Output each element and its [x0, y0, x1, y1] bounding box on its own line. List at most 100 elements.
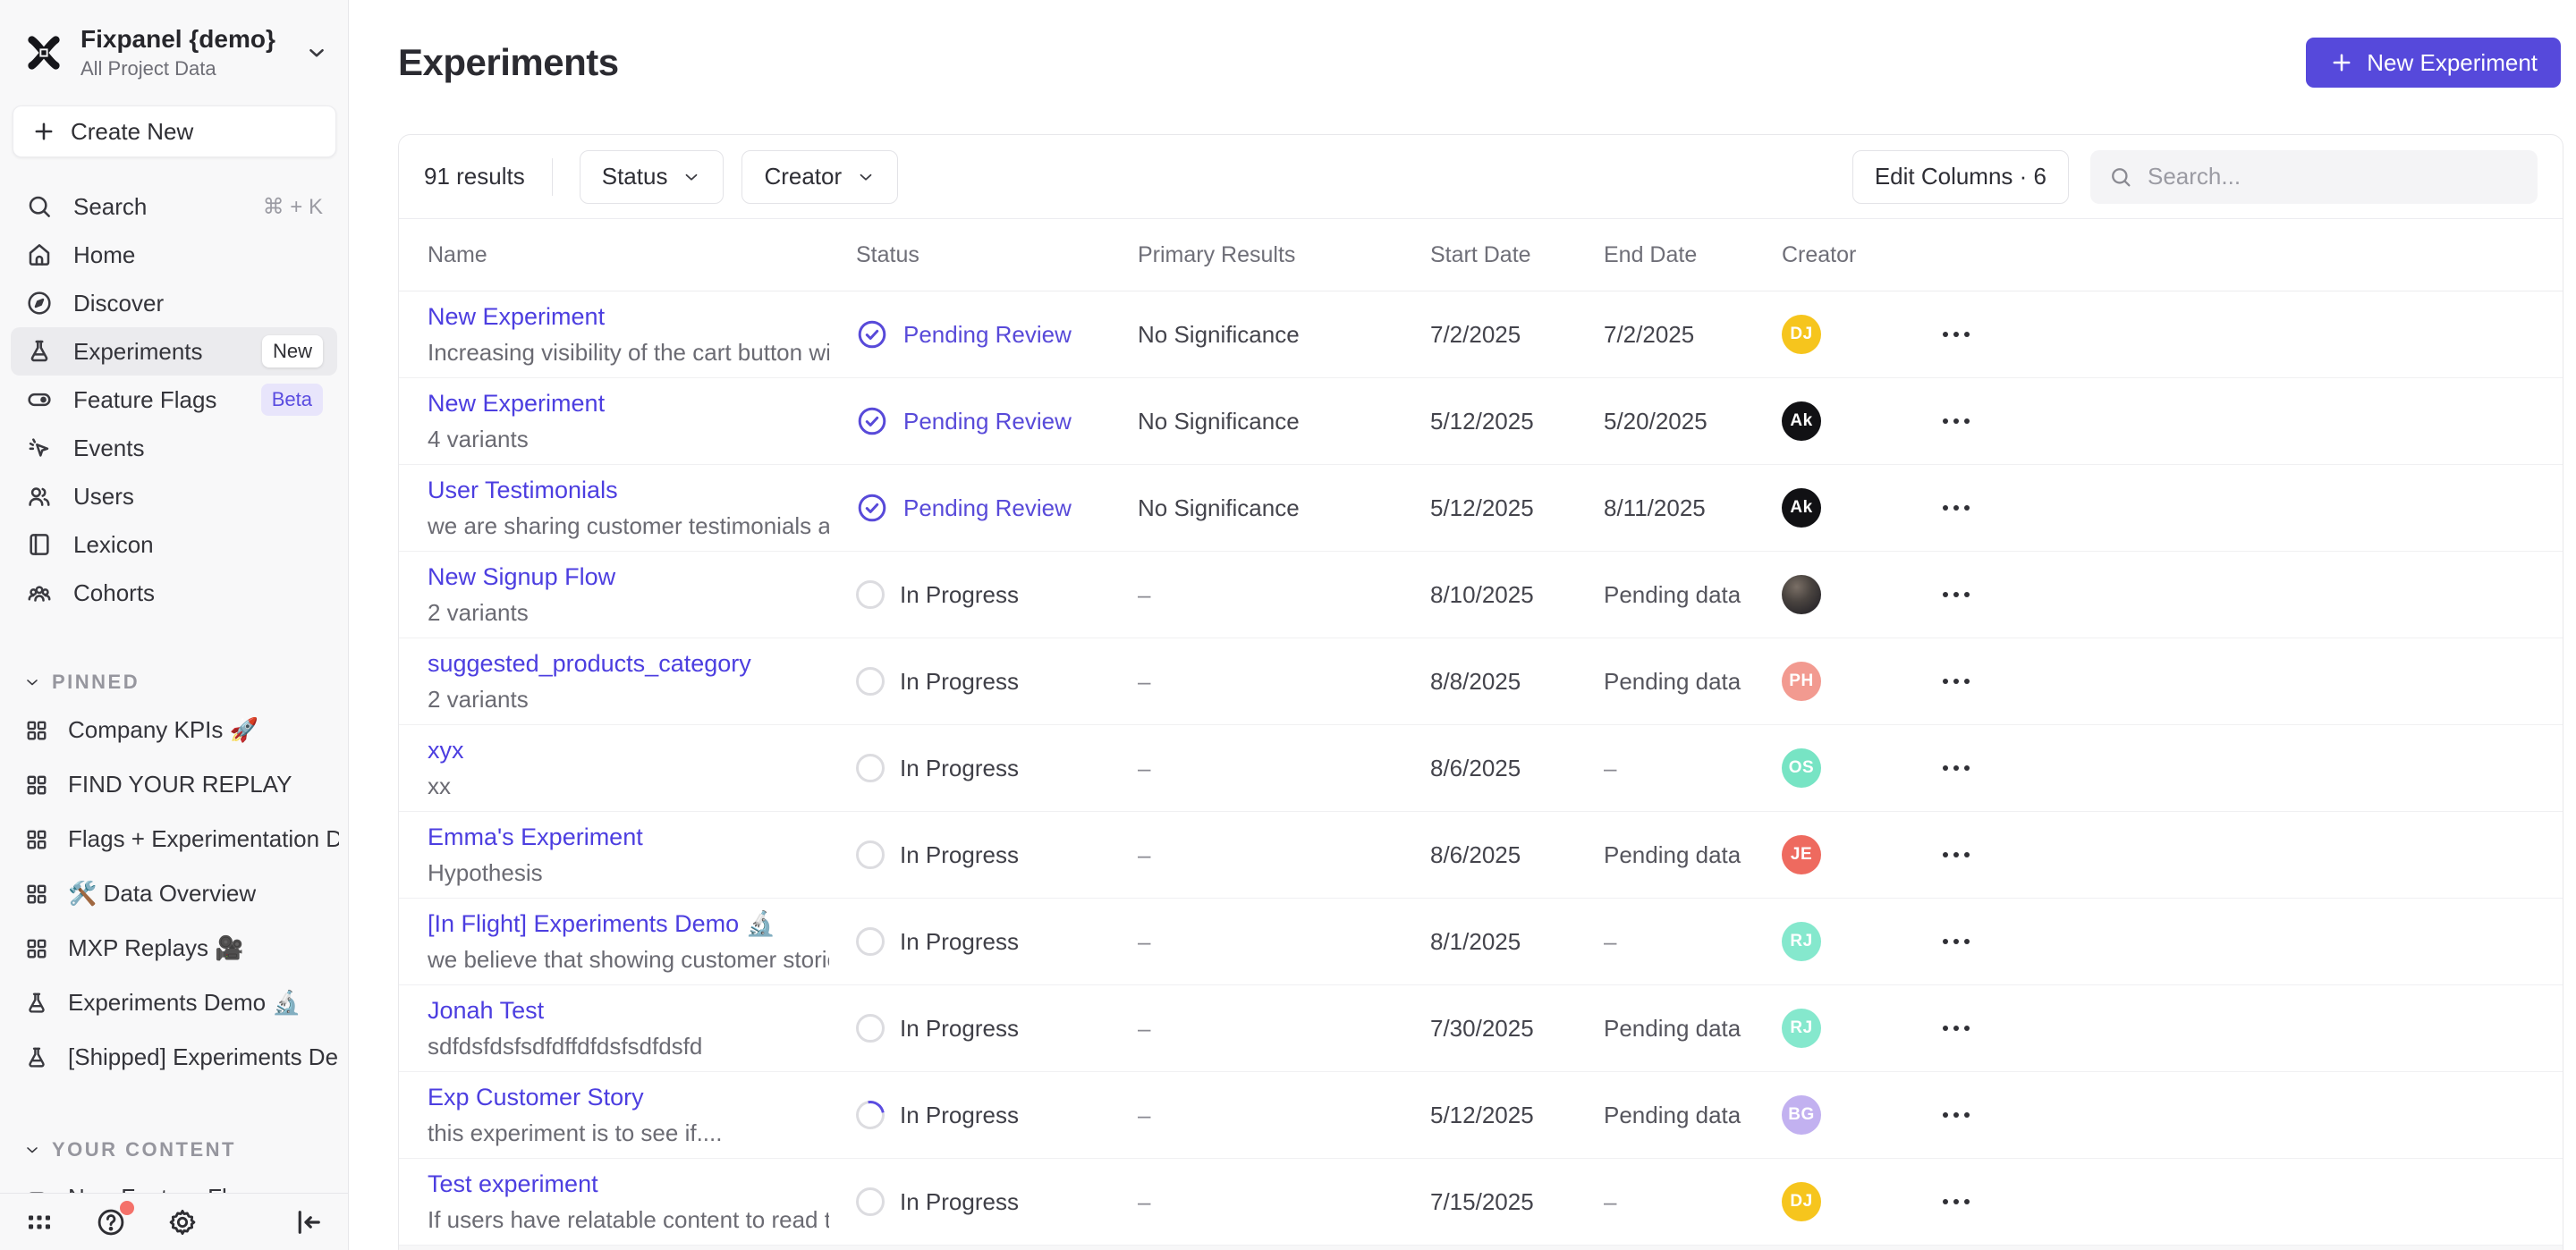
creator-avatar[interactable]: RJ: [1782, 1009, 1821, 1048]
table-row: Emma's Experiment Hypothesis In Progress…: [399, 812, 2563, 899]
sidebar-item-users[interactable]: Users: [11, 472, 337, 520]
start-date-cell: 8/6/2025: [1430, 755, 1604, 782]
row-actions-menu[interactable]: [1928, 939, 2563, 944]
name-cell: xyx xx: [428, 737, 856, 800]
name-cell: New Experiment Increasing visibility of …: [428, 303, 856, 367]
project-switcher[interactable]: Fixpanel {demo} All Project Data: [0, 18, 348, 88]
creator-avatar[interactable]: PH: [1782, 662, 1821, 701]
row-actions-menu[interactable]: [1928, 1199, 2563, 1204]
sidebar-item-search[interactable]: Search⌘ + K: [11, 182, 337, 231]
filter-status-dropdown[interactable]: Status: [580, 150, 724, 204]
row-actions-menu[interactable]: [1928, 505, 2563, 511]
table-row: xyx xx In Progress – 8/6/2025 – OS: [399, 725, 2563, 812]
filter-creator-dropdown[interactable]: Creator: [741, 150, 898, 204]
sidebar-item-discover[interactable]: Discover: [11, 279, 337, 327]
row-actions-menu[interactable]: [1928, 332, 2563, 337]
experiment-name-link[interactable]: New Experiment: [428, 303, 829, 331]
pinned-item[interactable]: Company KPIs 🚀: [0, 703, 348, 757]
creator-avatar[interactable]: DJ: [1782, 1182, 1821, 1221]
creator-cell: BG: [1782, 1095, 1928, 1135]
pinned-item[interactable]: Flags + Experimentation Demo 🔁: [0, 812, 348, 866]
creator-avatar[interactable]: DJ: [1782, 315, 1821, 354]
edit-columns-button[interactable]: Edit Columns · 6: [1852, 150, 2069, 204]
row-actions-menu[interactable]: [1928, 1026, 2563, 1031]
primary-results-cell: No Significance: [1138, 494, 1430, 522]
pinned-item-label: MXP Replays 🎥: [68, 934, 244, 962]
experiment-name-link[interactable]: suggested_products_category: [428, 650, 829, 678]
collapse-sidebar-icon[interactable]: [292, 1206, 325, 1238]
sidebar-item-label: Home: [73, 241, 135, 269]
creator-avatar[interactable]: OS: [1782, 748, 1821, 788]
sidebar-item-label: Search: [73, 193, 147, 221]
row-actions-menu[interactable]: [1928, 679, 2563, 684]
section-header-your-content[interactable]: YOUR CONTENT: [23, 1138, 348, 1161]
experiment-name-link[interactable]: Test experiment: [428, 1170, 829, 1198]
experiment-name-link[interactable]: User Testimonials: [428, 477, 829, 504]
pinned-item[interactable]: FIND YOUR REPLAY: [0, 757, 348, 812]
flask-icon: [23, 990, 50, 1017]
book-icon: [25, 530, 54, 559]
new-experiment-button[interactable]: New Experiment: [2306, 38, 2561, 88]
experiment-description: this experiment is to see if....: [428, 1119, 829, 1147]
home-icon: [25, 241, 54, 269]
creator-avatar[interactable]: Ak: [1782, 401, 1821, 441]
experiment-name-link[interactable]: Exp Customer Story: [428, 1084, 829, 1111]
sidebar-item-home[interactable]: Home: [11, 231, 337, 279]
experiment-name-link[interactable]: xyx: [428, 737, 829, 764]
primary-results-cell: –: [1138, 928, 1430, 956]
experiment-name-link[interactable]: Jonah Test: [428, 997, 829, 1025]
settings-gear-icon[interactable]: [166, 1206, 199, 1238]
creator-cell: Ak: [1782, 488, 1928, 528]
sidebar-item-experiments[interactable]: ExperimentsNew: [11, 327, 337, 376]
row-actions-menu[interactable]: [1928, 418, 2563, 424]
in-progress-circle-icon: [856, 1187, 885, 1216]
experiment-name-link[interactable]: New Signup Flow: [428, 563, 829, 591]
pending-review-check-icon: [856, 318, 888, 351]
plus-icon: [31, 119, 56, 144]
row-actions-menu[interactable]: [1928, 1112, 2563, 1118]
row-actions-menu[interactable]: [1928, 592, 2563, 597]
experiment-name-link[interactable]: Emma's Experiment: [428, 823, 829, 851]
status-cell: In Progress: [856, 1014, 1138, 1043]
experiment-name-link[interactable]: [In Flight] Experiments Demo 🔬: [428, 909, 829, 938]
section-title-label: PINNED: [52, 671, 140, 694]
sidebar-item-lexicon[interactable]: Lexicon: [11, 520, 337, 569]
sidebar-item-cohorts[interactable]: Cohorts: [11, 569, 337, 617]
status-label: In Progress: [900, 928, 1019, 956]
search-input[interactable]: [2148, 163, 2520, 190]
creator-avatar[interactable]: [1782, 575, 1821, 614]
create-new-button[interactable]: Create New: [13, 106, 336, 157]
column-header-end-date: End Date: [1604, 242, 1782, 268]
section-header-pinned[interactable]: PINNED: [23, 671, 348, 694]
flask-icon: [23, 1044, 50, 1071]
pinned-item[interactable]: MXP Replays 🎥: [0, 921, 348, 976]
toolbar-divider: [552, 158, 553, 196]
pinned-item-label: [Shipped] Experiments Demo 🖊️: [68, 1043, 339, 1071]
results-count: 91 results: [424, 163, 525, 190]
name-cell: New Experiment 4 variants: [428, 390, 856, 453]
pinned-item[interactable]: 🛠️ Data Overview: [0, 866, 348, 921]
pinned-item[interactable]: [Shipped] Experiments Demo 🖊️: [0, 1030, 348, 1085]
status-cell: Pending Review: [856, 318, 1138, 351]
row-actions-menu[interactable]: [1928, 852, 2563, 857]
creator-avatar[interactable]: JE: [1782, 835, 1821, 874]
creator-avatar[interactable]: Ak: [1782, 488, 1821, 528]
creator-avatar[interactable]: RJ: [1782, 922, 1821, 961]
creator-cell: JE: [1782, 835, 1928, 874]
pinned-item[interactable]: Experiments Demo 🔬: [0, 976, 348, 1030]
pinned-item-label: Flags + Experimentation Demo 🔁: [68, 825, 339, 853]
project-name: Fixpanel {demo}: [80, 25, 289, 54]
sidebar-item-events[interactable]: Events: [11, 424, 337, 472]
experiment-description: Increasing visibility of the cart button…: [428, 339, 829, 367]
column-header-creator: Creator: [1782, 242, 1928, 268]
help-icon[interactable]: [95, 1206, 127, 1238]
row-actions-menu[interactable]: [1928, 765, 2563, 771]
apps-grid-icon[interactable]: [23, 1206, 55, 1238]
in-progress-circle-icon: [851, 1095, 891, 1136]
sidebar-item-feature-flags[interactable]: Feature FlagsBeta: [11, 376, 337, 424]
experiment-name-link[interactable]: New Experiment: [428, 390, 829, 418]
status-label: In Progress: [900, 841, 1019, 869]
board-icon: [23, 935, 50, 962]
creator-cell: RJ: [1782, 1009, 1928, 1048]
creator-avatar[interactable]: BG: [1782, 1095, 1821, 1135]
